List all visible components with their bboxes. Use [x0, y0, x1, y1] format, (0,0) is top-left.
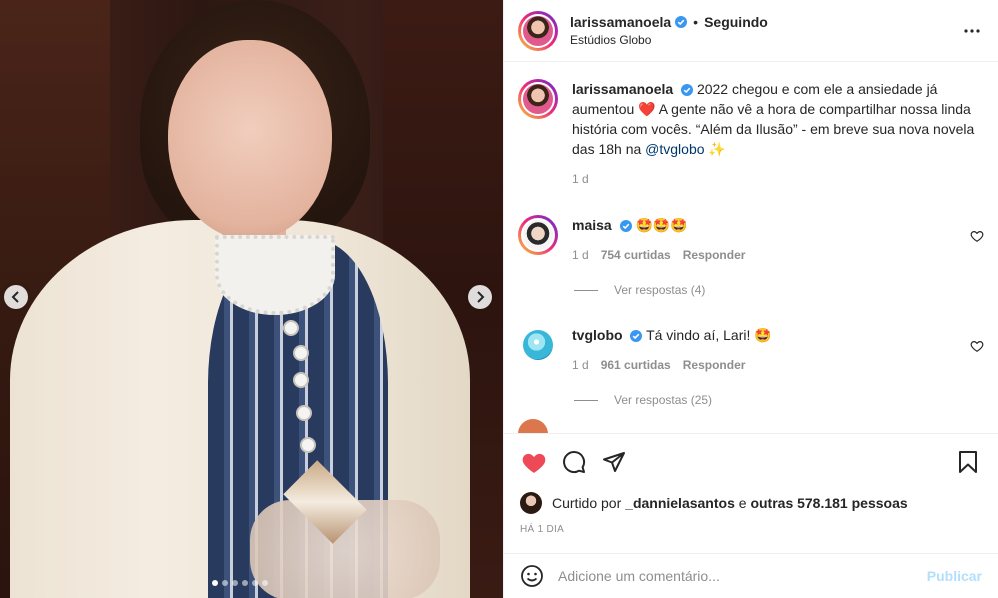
liked-by-mid: e — [734, 495, 751, 511]
paper-plane-icon — [603, 452, 625, 472]
photo-button — [300, 437, 316, 453]
more-options-button[interactable] — [960, 19, 984, 43]
comment-input[interactable] — [558, 568, 927, 584]
carousel-dot — [212, 580, 218, 586]
carousel-dots — [212, 580, 268, 586]
commenter-avatar-ring[interactable] — [518, 215, 558, 255]
photo-button — [293, 345, 309, 361]
sparkle-emoji: ✨ — [704, 141, 726, 157]
photo-button — [296, 405, 312, 421]
caption-avatar-ring[interactable] — [518, 79, 558, 119]
add-comment-bar: Publicar — [504, 553, 998, 598]
comment-time[interactable]: 1 d — [572, 355, 589, 375]
photo-collar — [215, 235, 335, 315]
like-button[interactable] — [520, 448, 548, 476]
caption-username[interactable]: larissamanoela — [572, 81, 673, 97]
heart-outline-icon[interactable] — [970, 339, 984, 353]
photo-face — [168, 40, 332, 240]
speech-bubble-icon — [563, 451, 586, 474]
liked-by-user[interactable]: _dannielasantos — [625, 495, 735, 511]
chevron-right-icon — [477, 291, 485, 303]
share-button[interactable] — [600, 448, 628, 476]
view-replies-label: Ver respostas (4) — [614, 283, 706, 297]
carousel-next-button[interactable] — [468, 285, 492, 309]
carousel-dot — [232, 580, 238, 586]
reply-button[interactable]: Responder — [683, 245, 746, 265]
likes-summary[interactable]: Curtido por _dannielasantos e outras 578… — [520, 492, 982, 514]
avatar — [520, 492, 542, 514]
heart-outline-icon[interactable] — [970, 229, 984, 243]
heart-filled-icon — [522, 453, 546, 473]
view-replies-button[interactable]: Ver respostas (25) — [574, 393, 984, 407]
post-actions: Curtido por _dannielasantos e outras 578… — [504, 433, 998, 535]
liked-by-others[interactable]: outras 578.181 pessoas — [750, 495, 907, 511]
commenter-avatar-ring[interactable] — [518, 325, 558, 365]
comment-likes[interactable]: 961 curtidas — [601, 355, 671, 375]
author-username[interactable]: larissamanoela — [570, 14, 671, 30]
avatar — [521, 13, 555, 48]
avatar — [521, 82, 555, 116]
post-caption: larissamanoela 2022 chegou e com ele a a… — [518, 79, 984, 189]
reply-button[interactable]: Responder — [683, 355, 746, 375]
more-dots-icon — [964, 28, 980, 33]
bookmark-icon — [959, 451, 977, 473]
photo-button — [293, 372, 309, 388]
comment-item: tvglobo Tá vindo aí, Lari! 🤩 1 d 961 cur… — [518, 325, 984, 407]
verified-badge-icon — [681, 84, 694, 97]
comment-button[interactable] — [560, 448, 588, 476]
post-location[interactable]: Estúdios Globo — [570, 33, 960, 47]
dot-separator: • — [693, 14, 699, 30]
avatar — [521, 218, 555, 252]
clipped-comment — [518, 419, 548, 433]
liked-by-prefix: Curtido por — [552, 495, 622, 511]
replies-line — [574, 289, 598, 291]
verified-badge-icon — [630, 330, 643, 343]
avatar — [518, 419, 548, 433]
comment-username[interactable]: maisa — [572, 217, 612, 233]
comments-list[interactable]: larissamanoela 2022 chegou e com ele a a… — [504, 63, 998, 433]
photo-button — [283, 320, 299, 336]
comment-text: Tá vindo aí, Lari! 🤩 — [646, 327, 772, 343]
author-avatar-ring[interactable] — [518, 10, 558, 51]
post-side-panel: larissamanoela • Seguindo Estúdios Globo… — [503, 0, 998, 598]
replies-line — [574, 399, 598, 401]
comment-text: 🤩🤩🤩 — [635, 217, 688, 233]
carousel-dot — [242, 580, 248, 586]
save-button[interactable] — [954, 448, 982, 476]
post-header: larissamanoela • Seguindo Estúdios Globo — [504, 0, 998, 62]
post-time-ago[interactable]: HÁ 1 DIA — [520, 524, 982, 535]
view-replies-label: Ver respostas (25) — [614, 393, 713, 407]
comment-time[interactable]: 1 d — [572, 245, 589, 265]
carousel-prev-button[interactable] — [4, 285, 28, 309]
comment-username[interactable]: tvglobo — [572, 327, 623, 343]
emoji-icon[interactable] — [520, 564, 544, 588]
instagram-post-modal: larissamanoela • Seguindo Estúdios Globo… — [0, 0, 998, 598]
heart-emoji: ❤️ — [638, 101, 656, 117]
carousel-dot — [252, 580, 258, 586]
verified-badge-icon — [675, 16, 688, 28]
chevron-left-icon — [11, 291, 19, 303]
comment-likes[interactable]: 754 curtidas — [601, 245, 671, 265]
following-button[interactable]: Seguindo — [704, 14, 768, 30]
carousel-dot — [262, 580, 268, 586]
post-image[interactable] — [0, 0, 503, 598]
tvglobo-logo-icon — [523, 330, 553, 360]
caption-time[interactable]: 1 d — [572, 169, 589, 189]
carousel-dot — [222, 580, 228, 586]
view-replies-button[interactable]: Ver respostas (4) — [574, 283, 984, 297]
comment-item: maisa 🤩🤩🤩 1 d 754 curtidas Responder Ver… — [518, 215, 984, 297]
verified-badge-icon — [619, 220, 632, 233]
mention-link[interactable]: @tvglobo — [645, 141, 704, 157]
publish-button[interactable]: Publicar — [927, 568, 982, 584]
